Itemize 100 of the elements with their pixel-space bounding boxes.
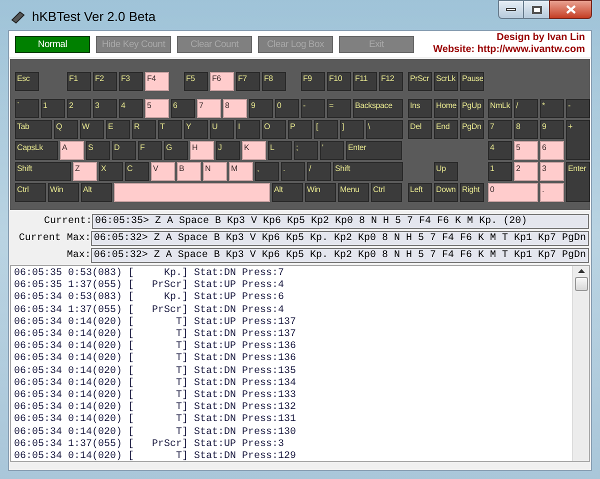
log-line: 06:05:34 0:53(083) [ Kp.] Stat:UP Press:6 [14, 292, 286, 304]
log-line: 06:05:34 0:14(020) [ T] Stat:UP Press:136 [14, 341, 298, 352]
log-line: 06:05:34 0:14(020) [ T] Stat:DN Press:129 [14, 451, 298, 464]
keyboard-key: 2 [67, 99, 91, 118]
keyboard-key: [ [314, 120, 338, 139]
keyboard-key: Esc [15, 72, 39, 91]
keyboard-key: F11 [353, 72, 377, 91]
keyboard-key: 1 [41, 99, 65, 118]
log-line: 06:05:34 0:14(020) [ T] Stat:DN Press:131 [14, 414, 298, 426]
keyboard-key: 6 [540, 141, 564, 160]
keyboard-key: Shift [333, 162, 403, 181]
keyboard-key: I [236, 120, 260, 139]
keyboard-key: W [80, 120, 104, 139]
maximize-button[interactable] [524, 0, 549, 19]
log-line: 06:05:34 1:37(055) [ PrScr] Stat:UP Press:3 [14, 438, 286, 450]
keyboard-key: 3 [540, 162, 564, 181]
log-line: 06:05:34 0:14(020) [ T] Stat:DN Press:135 [14, 366, 298, 378]
keyboard-key: 0 [488, 183, 538, 202]
status-field: 06:05:32> Z A Space B Kp3 V Kp6 Kp5 Kp. Kp2 Kp0 8 N H 5 7 F4 F6 K M T Kp1 Kp7 PgDn [90, 248, 589, 262]
log-line: 06:05:34 0:14(020) [ T] Stat:UP Press:137 [14, 316, 298, 328]
log-line: 06:05:34 0:14(020) [ T] Stat:DN Press:133 [14, 390, 298, 402]
keyboard-key: D [112, 141, 136, 160]
keyboard-key: 9 [540, 120, 564, 139]
toolbar-button[interactable]: Normal [15, 36, 90, 52]
keyboard-key: F5 [184, 72, 208, 91]
keyboard-key: Enter [346, 141, 402, 160]
keyboard-key: F10 [327, 72, 351, 91]
keyboard-key: P [288, 120, 312, 139]
minimize-button[interactable] [498, 0, 524, 19]
keyboard-key: . [281, 162, 305, 181]
status-label: Max: [66, 248, 91, 262]
log-line: 06:05:34 0:14(020) [ T] Stat:DN Press:132 [14, 402, 298, 414]
keyboard-key: Ctrl [15, 183, 46, 202]
status-label: Current: [42, 214, 92, 228]
keyboard-key: 3 [93, 99, 117, 118]
keyboard-key: 1 [488, 162, 512, 181]
keyboard-key: Shift [15, 162, 71, 181]
keyboard-key: + [566, 120, 590, 160]
keyboard-key: ' [320, 141, 344, 160]
scroll-up-arrow-icon[interactable] [578, 269, 584, 273]
keyboard-key: \ [366, 120, 403, 139]
keyboard-key: Right [460, 183, 484, 202]
keyboard-key: Down [434, 183, 458, 202]
status-field: 06:05:32> Z A Space B Kp3 V Kp6 Kp5 Kp. Kp2 Kp0 8 N H 5 7 F4 F6 K M T Kp1 Kp7 PgDn [90, 230, 589, 246]
keyboard-key: 6 [171, 99, 195, 118]
keyboard-key: 0 [275, 99, 299, 118]
keyboard-key: 7 [197, 99, 221, 118]
keyboard-key: Menu [338, 183, 369, 202]
keyboard-key: / [514, 99, 538, 118]
scrollbar[interactable] [572, 266, 589, 461]
close-button[interactable] [549, 0, 592, 19]
keyboard-key: 4 [119, 99, 143, 118]
keyboard-key: Win [305, 183, 336, 202]
keyboard-key: Y [184, 120, 208, 139]
keyboard-key: Z [73, 162, 97, 181]
keyboard-key: E [106, 120, 130, 139]
keyboard-key: - [566, 99, 590, 118]
keyboard-key: F9 [301, 72, 325, 91]
log-line: 06:05:35 1:37(055) [ PrScr] Stat:UP Press:4 [14, 280, 286, 292]
keyboard-key: J [216, 141, 240, 160]
keyboard-key: , [255, 162, 279, 181]
keyboard-key: S [86, 141, 110, 160]
close-icon[interactable] [566, 5, 576, 14]
log-line: 06:05:34 0:14(020) [ T] Stat:DN Press:134 [14, 378, 298, 390]
keyboard-key: R [132, 120, 156, 139]
window-title: hKBTest Ver 2.0 Beta [32, 8, 156, 26]
credit-text: Website: http://www.ivantw.com [433, 44, 585, 56]
keyboard-key: Home [434, 99, 458, 118]
keyboard-key: Left [408, 183, 432, 202]
keyboard-key: Ctrl [371, 183, 402, 202]
keyboard-key: F6 [210, 72, 234, 91]
status-label: Current Max: [18, 232, 91, 246]
keyboard-key: G [164, 141, 188, 160]
keyboard-key: Up [434, 162, 458, 181]
log-line: 06:05:34 0:14(020) [ T] Stat:DN Press:137 [14, 329, 298, 340]
keyboard-key: H [190, 141, 214, 160]
keyboard-key: Alt [272, 183, 303, 202]
keyboard-key: F7 [236, 72, 260, 91]
keyboard-key: 8 [514, 120, 538, 139]
status-field: 06:05:35> Z A Space B Kp3 V Kp6 Kp5 Kp2 Kp0 8 N H 5 7 F4 F6 K M Kp. (20) [92, 214, 589, 228]
keyboard-key: * [540, 99, 564, 118]
keyboard-icon [10, 10, 26, 24]
keyboard-key: ; [294, 141, 318, 160]
keyboard-key: B [177, 162, 201, 181]
keyboard-key: - [301, 99, 325, 118]
log-line: 06:05:34 1:37(055) [ PrScr] Stat:DN Press:4 [14, 304, 286, 316]
scroll-thumb[interactable] [574, 277, 588, 291]
keyboard-key: 9 [249, 99, 273, 118]
keyboard-key: PgUp [460, 99, 484, 118]
log-line: 06:05:34 0:14(020) [ T] Stat:DN Press:136 [14, 353, 298, 366]
keyboard-key: PgDn [460, 120, 484, 139]
keyboard-key: Pause [460, 72, 484, 91]
keyboard-key: F3 [119, 72, 143, 91]
keyboard-key: 4 [488, 141, 512, 160]
credit-text: Design by Ivan Lin [496, 32, 585, 44]
keyboard-key: PrScr [408, 72, 432, 91]
keyboard-key: F1 [67, 72, 91, 91]
keyboard-key: Alt [81, 183, 112, 202]
keyboard-key: F4 [145, 72, 169, 91]
keyboard-key: ` [15, 99, 39, 118]
